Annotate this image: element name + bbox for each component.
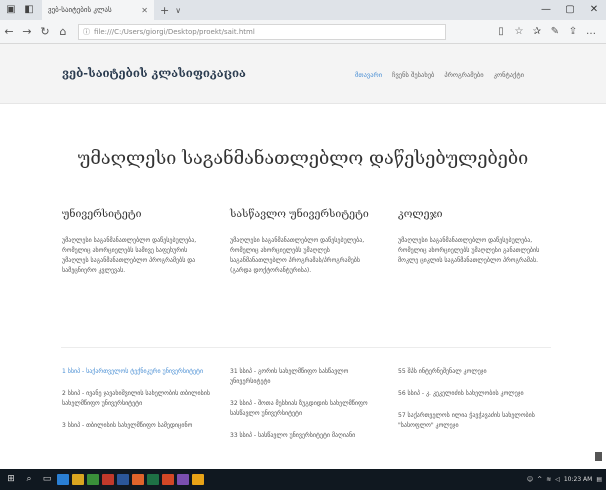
page-title: უმაღლესი საგანმანათლებლო დაწესებულებები xyxy=(77,148,529,169)
list-item[interactable]: 1 სსიპ - საქართველოს ტექნიკური უნივერსიტ… xyxy=(62,367,217,377)
list-item[interactable]: 55 შპს ინტერნეშენალ კოლეჯი xyxy=(398,367,553,377)
address-bar[interactable]: ⓘ file:///C:/Users/giorgi/Desktop/proekt… xyxy=(78,23,446,40)
favorites-icon[interactable]: ✰ xyxy=(528,26,546,37)
notification-icon[interactable]: ▤ xyxy=(596,476,602,483)
list-item[interactable]: 3 სსიპ - თბილისის სახელმწიფო სამედიცინო xyxy=(62,421,217,431)
back-arrow-icon[interactable]: ← xyxy=(0,25,18,38)
column-university: უნივერსიტეტი უმაღლესი საგანმანათლებლო და… xyxy=(62,208,212,276)
browser-tab-strip: ▣ ◧ ვებ-საიტების კლას ✕ + ∨ — ▢ ✕ xyxy=(0,0,606,20)
tray-chevron-icon[interactable]: ^ xyxy=(537,476,542,483)
college-list: 55 შპს ინტერნეშენალ კოლეჯი 56 სსიპ - კ. … xyxy=(398,367,553,443)
word-app-icon[interactable] xyxy=(117,474,129,485)
network-icon[interactable]: ≋ xyxy=(546,476,551,483)
column-heading: კოლეჯი xyxy=(398,208,443,220)
column-text: უმაღლესი საგანმანათლებლო დაწესებულება, რ… xyxy=(230,237,365,274)
app-icon[interactable] xyxy=(102,474,114,485)
home-icon[interactable]: ⌂ xyxy=(54,25,72,38)
maximize-icon[interactable]: ▢ xyxy=(558,0,582,20)
column-heading: სასწავლო უნივერსიტეტი xyxy=(230,208,369,220)
site-nav: მთავარი ჩვენს შესახებ პროგრამები კონტაქტ… xyxy=(355,71,524,79)
close-icon[interactable]: ✕ xyxy=(582,0,606,20)
people-icon[interactable]: ☺ xyxy=(527,476,533,483)
browser-tab[interactable]: ვებ-საიტების კლას ✕ xyxy=(42,0,154,20)
nav-item-programs[interactable]: პროგრამები xyxy=(444,71,483,79)
column-college: კოლეჯი უმაღლესი საგანმანათლებლო დაწესებუ… xyxy=(398,208,548,266)
column-heading: უნივერსიტეტი xyxy=(62,208,142,220)
list-item[interactable]: 2 სსიპ - ივანე ჯავახიშვილის სახელობის თბ… xyxy=(62,389,217,409)
column-text: უმაღლესი საგანმანათლებლო დაწესებულება, რ… xyxy=(62,237,197,274)
tab-title: ვებ-საიტების კლას xyxy=(48,6,112,14)
app-icon[interactable] xyxy=(192,474,204,485)
favorite-star-icon[interactable]: ☆ xyxy=(510,26,528,37)
tab-actions-icon[interactable]: ▣ xyxy=(4,3,18,17)
new-tab-icon[interactable]: + xyxy=(160,4,169,17)
university-list: 1 სსიპ - საქართველოს ტექნიკური უნივერსიტ… xyxy=(62,367,217,443)
nav-item-about[interactable]: ჩვენს შესახებ xyxy=(392,71,434,79)
info-icon[interactable]: ⓘ xyxy=(83,27,90,37)
list-item[interactable]: 32 სსიპ - შოთა მესხიას ზუგდიდის სახელმწი… xyxy=(230,399,385,419)
tab-list-chevron-icon[interactable]: ∨ xyxy=(175,6,181,15)
refresh-icon[interactable]: ↻ xyxy=(36,25,54,38)
site-brand[interactable]: ვებ-საიტების კლასიფიკაცია xyxy=(62,66,246,80)
excel-app-icon[interactable] xyxy=(147,474,159,485)
list-item[interactable]: 56 სსიპ - კ. კეკელიძის სახელობის კოლეჯი xyxy=(398,389,553,399)
back-tabs-icon[interactable]: ◧ xyxy=(22,3,36,17)
system-tray: ☺ ^ ≋ ◁ 10:23 AM ▤ xyxy=(527,476,602,483)
minimize-icon[interactable]: — xyxy=(534,0,558,20)
column-text: უმაღლესი საგანმანათლებლო დაწესებულება, რ… xyxy=(398,237,540,264)
scrollbar-thumb[interactable] xyxy=(595,452,602,461)
section-divider xyxy=(61,347,551,348)
more-icon[interactable]: … xyxy=(582,26,600,37)
clock[interactable]: 10:23 AM xyxy=(564,476,592,483)
app-icon[interactable] xyxy=(132,474,144,485)
window-controls: — ▢ ✕ xyxy=(534,0,606,20)
url-text: file:///C:/Users/giorgi/Desktop/proekt/s… xyxy=(94,27,255,36)
explorer-app-icon[interactable] xyxy=(72,474,84,485)
list-item[interactable]: 33 სსიპ - სასწავლო უნივერსიტეტი მაღიანი xyxy=(230,431,385,441)
forward-arrow-icon[interactable]: → xyxy=(18,25,36,38)
toolbar-actions: ▯ ☆ ✰ ✎ ⇪ … xyxy=(492,26,600,37)
nav-item-home[interactable]: მთავარი xyxy=(355,71,382,79)
nav-item-contact[interactable]: კონტაქტი xyxy=(494,71,524,79)
site-header: ვებ-საიტების კლასიფიკაცია მთავარი ჩვენს … xyxy=(0,44,606,104)
volume-icon[interactable]: ◁ xyxy=(555,476,560,483)
search-icon[interactable]: ⌕ xyxy=(22,473,36,486)
address-toolbar: ← → ↻ ⌂ ⓘ file:///C:/Users/giorgi/Deskto… xyxy=(0,20,606,44)
edge-app-icon[interactable] xyxy=(57,474,69,485)
windows-start-icon[interactable]: ⊞ xyxy=(4,473,18,486)
powerpoint-app-icon[interactable] xyxy=(162,474,174,485)
list-item[interactable]: 31 სსიპ - გორის სახელმწიფო სასწავლო უნივ… xyxy=(230,367,385,387)
task-view-icon[interactable]: ▭ xyxy=(40,473,54,486)
pen-icon[interactable]: ✎ xyxy=(546,26,564,37)
taskbar: ⊞ ⌕ ▭ ☺ ^ ≋ ◁ 10:23 AM ▤ xyxy=(0,469,606,490)
book-icon[interactable]: ▯ xyxy=(492,26,510,37)
app-icon[interactable] xyxy=(177,474,189,485)
column-teaching-university: სასწავლო უნივერსიტეტი უმაღლესი საგანმანა… xyxy=(230,208,380,276)
share-icon[interactable]: ⇪ xyxy=(564,26,582,37)
list-item[interactable]: 57 საქართველოს ილია ჭავჭავაძის სახელობის… xyxy=(398,411,553,431)
tab-close-icon[interactable]: ✕ xyxy=(141,6,148,15)
store-app-icon[interactable] xyxy=(87,474,99,485)
teaching-university-list: 31 სსიპ - გორის სახელმწიფო სასწავლო უნივ… xyxy=(230,367,385,453)
